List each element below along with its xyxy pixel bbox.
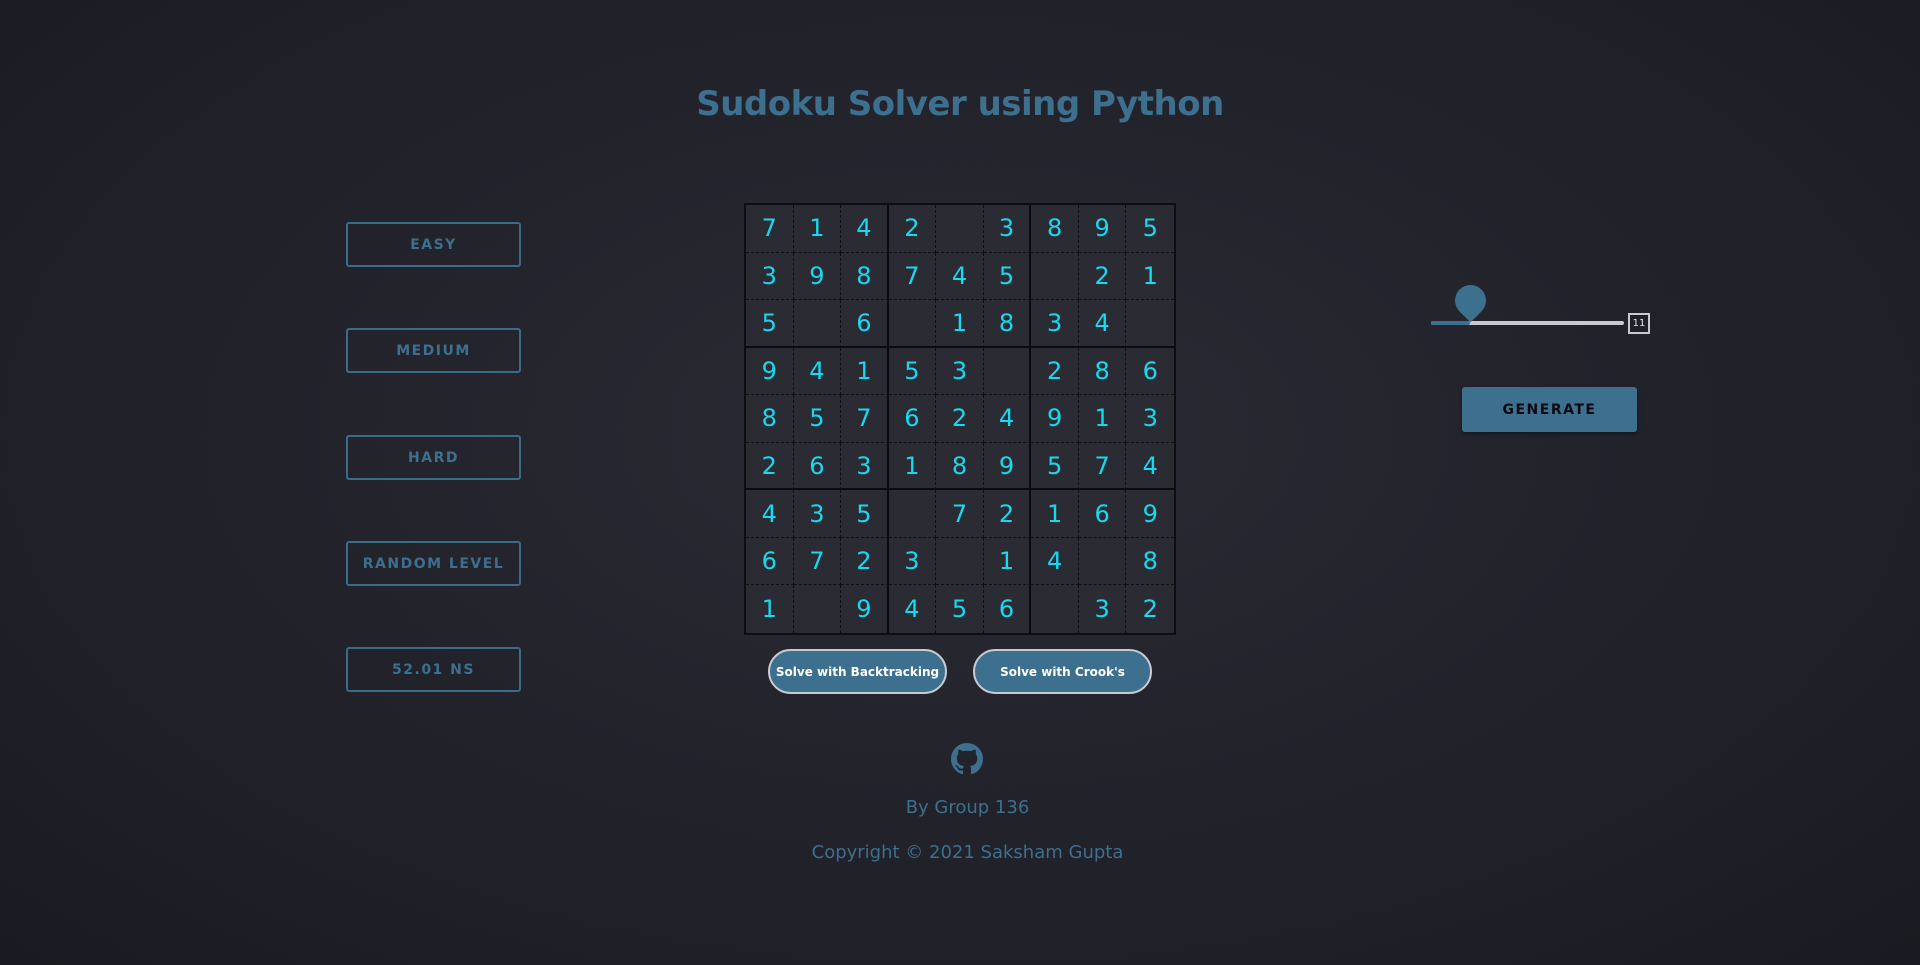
slider-fill (1431, 321, 1470, 325)
board-cell[interactable] (936, 205, 984, 253)
board-cell[interactable]: 4 (746, 490, 794, 538)
board-cell[interactable] (1078, 537, 1127, 586)
board-cell[interactable]: 3 (841, 442, 889, 491)
hard-button[interactable]: HARD (346, 435, 521, 480)
board-cell[interactable] (1126, 300, 1174, 348)
board-cell[interactable]: 5 (888, 347, 937, 396)
board-cell[interactable]: 2 (1078, 252, 1127, 301)
board-cell[interactable]: 6 (984, 585, 1032, 633)
board-cell[interactable]: 6 (841, 300, 889, 348)
board-cell[interactable]: 8 (1031, 205, 1079, 253)
board-cell[interactable]: 8 (936, 442, 984, 491)
board-cell[interactable]: 1 (888, 442, 937, 491)
board-cell[interactable]: 8 (1078, 347, 1127, 396)
board-cell[interactable]: 5 (1031, 442, 1079, 491)
board-cell[interactable]: 3 (1126, 395, 1174, 443)
board-cell[interactable] (888, 300, 937, 348)
copyright-text: Copyright © 2021 Saksham Gupta (811, 842, 1124, 863)
board-cell[interactable]: 9 (793, 252, 842, 301)
board-cell[interactable]: 4 (1126, 443, 1174, 491)
board-cell[interactable]: 6 (888, 395, 937, 443)
board-cell[interactable]: 6 (746, 537, 794, 586)
board-cell[interactable]: 8 (841, 252, 889, 301)
board-cell[interactable] (1031, 585, 1079, 633)
slider-thumb[interactable] (1448, 278, 1493, 323)
board-cell[interactable]: 3 (793, 490, 842, 538)
page-title: Sudoku Solver using Python (696, 84, 1224, 124)
board-cell[interactable]: 1 (1126, 253, 1174, 301)
board-cell[interactable]: 5 (746, 300, 794, 348)
board-cell[interactable]: 8 (1126, 538, 1174, 586)
board-cell[interactable]: 5 (793, 395, 842, 443)
board-cell[interactable]: 4 (936, 252, 984, 301)
board-cell[interactable]: 4 (889, 585, 937, 633)
board-cell[interactable]: 2 (1126, 585, 1174, 633)
board-cell[interactable]: 4 (983, 395, 1032, 443)
board-cell[interactable]: 1 (841, 347, 889, 396)
board-cell[interactable]: 3 (888, 537, 937, 586)
board-cell[interactable]: 2 (936, 395, 984, 443)
board-cell[interactable]: 7 (936, 490, 984, 538)
generate-button[interactable]: GENERATE (1462, 387, 1637, 432)
board-cell[interactable]: 9 (841, 585, 889, 633)
sudoku-board: 7142389539874521561834941532868576249132… (744, 203, 1176, 635)
board-cell[interactable]: 6 (1078, 490, 1127, 538)
difficulty-slider[interactable]: 11 (1431, 278, 1651, 334)
board-cell[interactable]: 2 (983, 490, 1032, 538)
board-cell[interactable]: 2 (1031, 347, 1079, 396)
board-cell[interactable]: 4 (841, 205, 889, 253)
board-cell[interactable]: 2 (888, 205, 937, 253)
board-cell[interactable] (1031, 252, 1079, 301)
board-cell[interactable]: 9 (983, 442, 1032, 491)
board-cell[interactable]: 7 (1078, 442, 1127, 491)
board-cell[interactable] (983, 347, 1032, 396)
board-cell[interactable]: 3 (1031, 300, 1079, 348)
board-cell[interactable]: 2 (841, 537, 889, 586)
board-cell[interactable]: 3 (1079, 585, 1127, 633)
board-cell[interactable]: 5 (936, 585, 984, 633)
solve-backtracking-button[interactable]: Solve with Backtracking (768, 649, 947, 694)
board-cell[interactable]: 7 (793, 537, 842, 586)
board-cell[interactable]: 6 (1126, 348, 1174, 396)
board-cell[interactable] (888, 490, 937, 538)
board-cell[interactable]: 8 (746, 395, 794, 443)
board-cell[interactable]: 3 (746, 252, 794, 301)
slider-value: 11 (1628, 313, 1650, 334)
board-cell[interactable]: 1 (1031, 490, 1079, 538)
board-cell[interactable]: 1 (793, 205, 842, 253)
board-cell[interactable]: 4 (793, 347, 842, 396)
board-cell[interactable]: 9 (746, 347, 794, 396)
easy-button[interactable]: EASY (346, 222, 521, 267)
board-cell[interactable]: 1 (983, 537, 1032, 586)
board-cell[interactable] (793, 300, 842, 348)
board-cell[interactable]: 1 (936, 300, 984, 348)
board-cell[interactable]: 4 (1078, 300, 1127, 348)
solve-time-display: 52.01 NS (346, 647, 521, 692)
board-cell[interactable]: 1 (1078, 395, 1127, 443)
board-cell[interactable]: 5 (1126, 205, 1174, 253)
board-cell[interactable]: 9 (1078, 205, 1127, 253)
github-icon[interactable] (951, 743, 983, 775)
board-cell[interactable]: 3 (983, 205, 1032, 253)
board-cell[interactable]: 7 (841, 395, 889, 443)
medium-button[interactable]: MEDIUM (346, 328, 521, 373)
board-cell[interactable]: 4 (1031, 537, 1079, 586)
board-cell[interactable]: 7 (746, 205, 794, 253)
board-cell[interactable] (794, 585, 842, 633)
board-cell[interactable]: 5 (841, 490, 889, 538)
board-cell[interactable]: 6 (793, 442, 842, 491)
board-cell[interactable]: 9 (1031, 395, 1079, 443)
board-cell[interactable]: 7 (888, 252, 937, 301)
random-level-button[interactable]: RANDOM LEVEL (346, 541, 521, 586)
board-cell[interactable]: 2 (746, 442, 794, 491)
board-cell[interactable]: 1 (746, 585, 794, 633)
board-cell[interactable] (936, 537, 984, 586)
board-cell[interactable]: 5 (983, 252, 1032, 301)
board-cell[interactable]: 3 (936, 347, 984, 396)
group-byline: By Group 136 (905, 797, 1030, 818)
solve-crook-button[interactable]: Solve with Crook's (973, 649, 1152, 694)
board-cell[interactable]: 9 (1126, 490, 1174, 538)
board-cell[interactable]: 8 (983, 300, 1032, 348)
